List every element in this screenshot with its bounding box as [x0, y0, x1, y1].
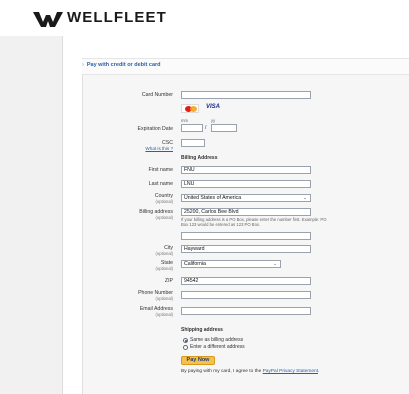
csc-input[interactable]: [181, 139, 205, 147]
month-hint: mm: [181, 118, 188, 123]
mastercard-icon: [181, 104, 199, 113]
billing-address-optional: (optional): [155, 215, 173, 220]
last-name-label: Last name: [148, 181, 173, 187]
same-as-billing-label[interactable]: Same as billing address: [190, 337, 243, 343]
country-optional: (optional): [155, 199, 173, 204]
last-name-input[interactable]: LNU: [181, 180, 311, 188]
pay-with-card-title: Pay with credit or debit card: [86, 62, 161, 68]
chevron-right-icon: ›: [82, 62, 84, 68]
city-input[interactable]: Hayward: [181, 245, 311, 253]
city-optional: (optional): [155, 251, 173, 256]
expiration-month-input[interactable]: [181, 124, 203, 132]
paypal-privacy-statement-link[interactable]: PayPal Privacy Statement: [263, 369, 318, 374]
zip-label: ZIP: [164, 278, 173, 284]
first-name-input[interactable]: FNU: [181, 166, 311, 174]
visa-icon: VISA: [206, 104, 221, 110]
email-address-input[interactable]: [181, 307, 311, 315]
agreement-suffix: .: [318, 369, 320, 374]
first-name-label: First name: [148, 167, 173, 173]
billing-address-line1-input[interactable]: 25200, Carlos Bee Blvd: [181, 208, 311, 216]
state-optional: (optional): [155, 266, 173, 271]
phone-optional: (optional): [155, 296, 173, 301]
email-optional: (optional): [155, 312, 173, 317]
agreement-prefix: By paying with my card, I agree to the: [181, 369, 263, 374]
billing-address-line2-input[interactable]: [181, 232, 311, 240]
chevron-down-icon: ⌄: [273, 261, 277, 266]
card-number-input[interactable]: [181, 91, 311, 99]
state-select[interactable]: California ⌄: [181, 260, 281, 268]
pay-now-button[interactable]: Pay Now: [181, 356, 215, 365]
year-hint: yy: [211, 118, 216, 123]
different-address-label[interactable]: Enter a different address: [190, 344, 245, 350]
card-number-label: Card Number: [141, 92, 173, 98]
different-address-radio[interactable]: [183, 345, 188, 350]
expiration-year-input[interactable]: [211, 124, 237, 132]
po-box-hint: If your billing address is a PO Box, ple…: [181, 217, 327, 227]
expiration-separator: /: [205, 125, 207, 131]
brand-name: WELLFLEET: [67, 9, 167, 26]
expiration-date-label: Expiration Date: [137, 126, 173, 132]
wellfleet-logo-icon: [33, 12, 63, 27]
chevron-down-icon: ⌄: [303, 195, 307, 200]
state-selected-value: California: [184, 261, 206, 267]
shipping-address-heading: Shipping address: [181, 327, 223, 333]
pay-with-card-header[interactable]: › Pay with credit or debit card: [82, 62, 161, 68]
privacy-agreement-text: By paying with my card, I agree to the P…: [181, 369, 319, 374]
country-select[interactable]: United States of America ⌄: [181, 194, 311, 202]
billing-address-heading: Billing Address: [181, 155, 218, 161]
same-as-billing-radio[interactable]: [183, 338, 188, 343]
csc-help-link[interactable]: What is this ?: [93, 146, 173, 152]
zip-input[interactable]: 94542: [181, 277, 311, 285]
phone-number-input[interactable]: [181, 291, 311, 299]
country-selected-value: United States of America: [184, 195, 242, 201]
